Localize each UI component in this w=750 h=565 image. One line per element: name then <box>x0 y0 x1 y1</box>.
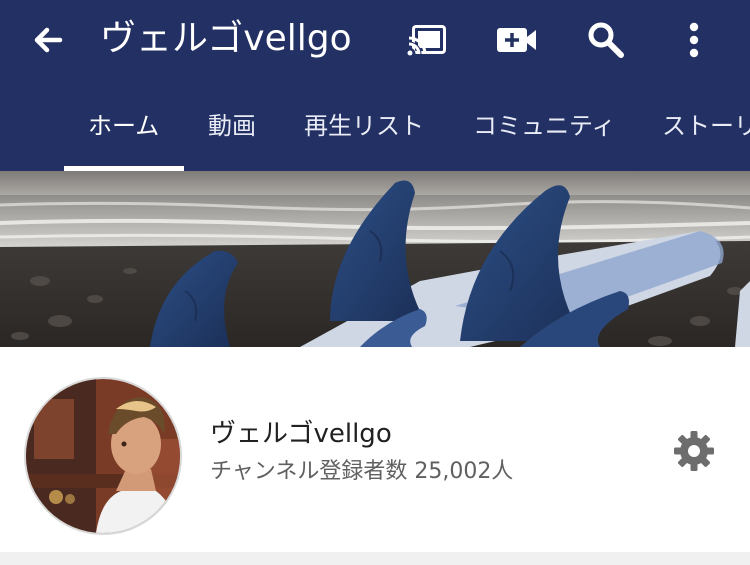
back-arrow-icon[interactable] <box>28 20 68 60</box>
tab-playlists[interactable]: 再生リスト <box>304 84 424 171</box>
channel-name: ヴェルゴvellgo <box>210 419 392 449</box>
app-bar: ヴェルゴvellgo ホーム 動画 再生リスト コミュニティ ストーリ <box>0 0 750 171</box>
section-divider <box>0 552 750 565</box>
tab-community[interactable]: コミュニティ <box>473 84 616 171</box>
gear-icon[interactable] <box>672 429 716 473</box>
search-icon[interactable] <box>584 18 628 62</box>
channel-title: ヴェルゴvellgo <box>100 18 352 59</box>
subscriber-count: チャンネル登録者数 25,002人 <box>210 459 514 484</box>
more-vert-icon[interactable] <box>672 18 716 62</box>
tab-stories[interactable]: ストーリ <box>662 84 750 171</box>
channel-banner <box>0 171 750 347</box>
tab-videos[interactable]: 動画 <box>208 84 256 171</box>
top-toolbar: ヴェルゴvellgo <box>0 0 750 84</box>
banner-image <box>0 171 750 347</box>
channel-avatar[interactable] <box>24 377 182 535</box>
channel-tabs: ホーム 動画 再生リスト コミュニティ ストーリ <box>0 84 750 171</box>
cast-icon[interactable] <box>406 18 450 62</box>
tab-home[interactable]: ホーム <box>88 84 159 171</box>
video-camera-add-icon[interactable] <box>494 18 538 62</box>
channel-info: ヴェルゴvellgo チャンネル登録者数 25,002人 <box>0 347 750 552</box>
avatar-image <box>26 379 180 533</box>
